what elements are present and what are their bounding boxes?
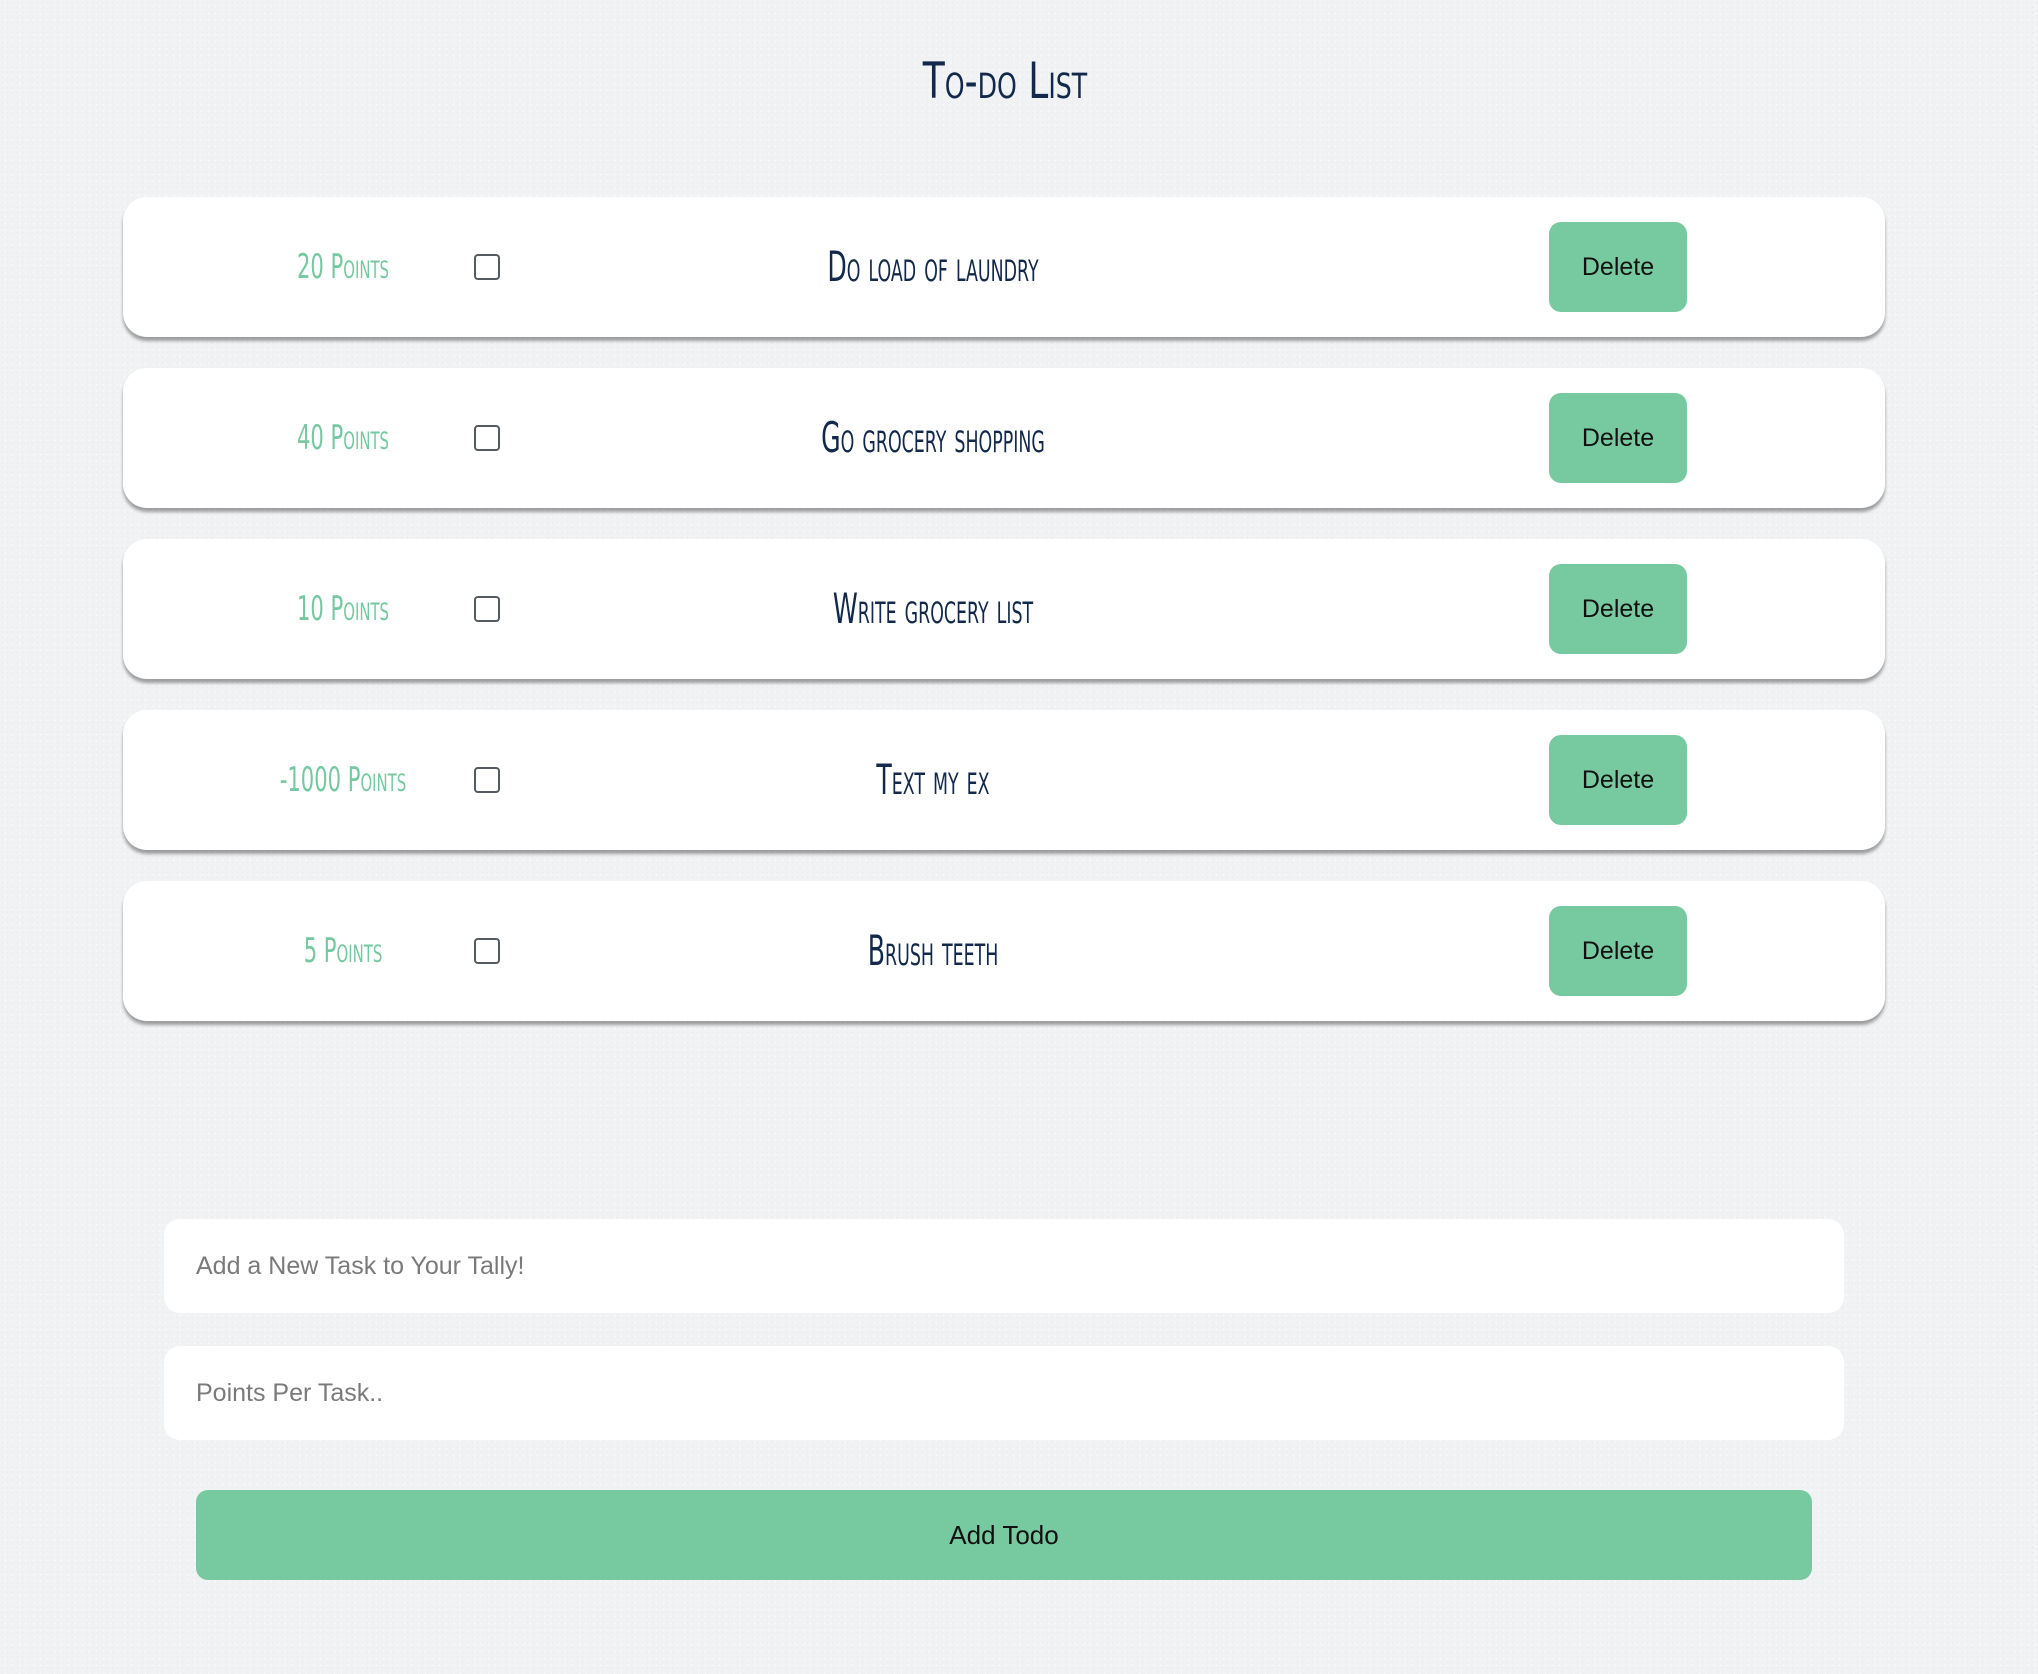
todo-item: 10 Points Write grocery list Delete — [123, 539, 1885, 679]
todo-points: 40 Points — [296, 418, 389, 458]
delete-button[interactable]: Delete — [1549, 906, 1687, 996]
todo-checkbox[interactable] — [474, 425, 500, 451]
todo-checkbox[interactable] — [474, 767, 500, 793]
delete-button[interactable]: Delete — [1549, 222, 1687, 312]
todo-text: Text my ex — [876, 755, 990, 804]
todo-points: 10 Points — [296, 589, 389, 629]
delete-button[interactable]: Delete — [1549, 735, 1687, 825]
todo-checkbox[interactable] — [474, 596, 500, 622]
todo-item: -1000 Points Text my ex Delete — [123, 710, 1885, 850]
todo-checkbox[interactable] — [474, 254, 500, 280]
todo-item: 5 Points Brush teeth Delete — [123, 881, 1885, 1021]
todo-item: 40 Points Go grocery shopping Delete — [123, 368, 1885, 508]
delete-button[interactable]: Delete — [1549, 393, 1687, 483]
add-todo-button[interactable]: Add Todo — [196, 1490, 1812, 1580]
todo-list: 20 Points Do load of laundry Delete 40 P… — [123, 197, 1885, 1052]
new-task-input[interactable] — [164, 1219, 1844, 1313]
page-title: To-do List — [922, 52, 1088, 110]
todo-text: Do load of laundry — [827, 242, 1039, 291]
todo-text: Go grocery shopping — [821, 413, 1045, 462]
todo-points: -1000 Points — [279, 760, 407, 800]
todo-text: Brush teeth — [867, 926, 999, 975]
points-input[interactable] — [164, 1346, 1844, 1440]
delete-button[interactable]: Delete — [1549, 564, 1687, 654]
todo-checkbox[interactable] — [474, 938, 500, 964]
todo-text: Write grocery list — [832, 584, 1034, 633]
todo-points: 20 Points — [296, 247, 389, 287]
todo-item: 20 Points Do load of laundry Delete — [123, 197, 1885, 337]
todo-points: 5 Points — [303, 931, 383, 971]
